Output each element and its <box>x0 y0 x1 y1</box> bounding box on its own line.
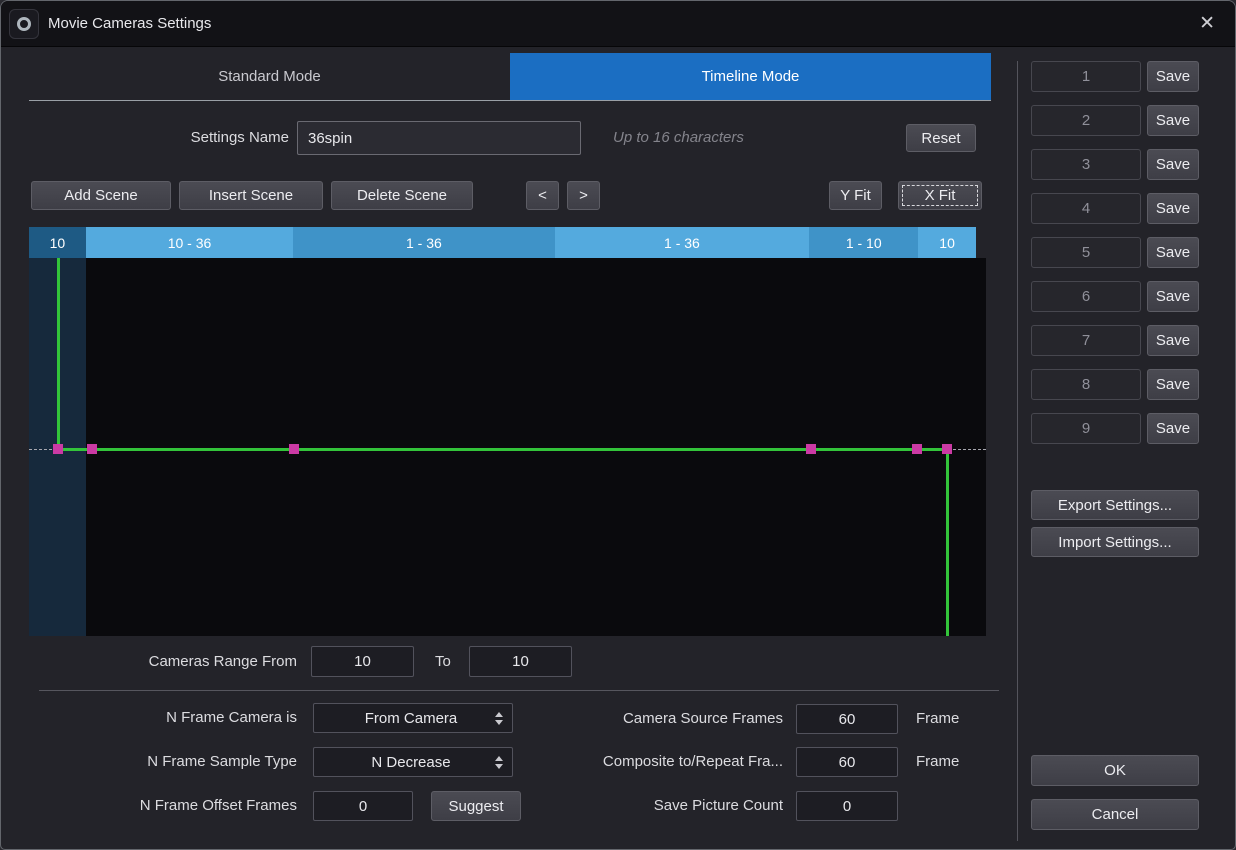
preset-row: 5 Save <box>1031 237 1199 268</box>
preset-row: 4 Save <box>1031 193 1199 224</box>
timeline-segment-6[interactable]: 10 <box>918 227 976 258</box>
timeline-graph[interactable] <box>29 258 986 636</box>
camera-source-frames-unit: Frame <box>916 704 959 734</box>
add-scene-button[interactable]: Add Scene <box>31 181 171 210</box>
preset-save-button-6[interactable]: Save <box>1147 281 1199 312</box>
preset-row: 7 Save <box>1031 325 1199 356</box>
export-settings-button[interactable]: Export Settings... <box>1031 490 1199 520</box>
ok-button[interactable]: OK <box>1031 755 1199 786</box>
composite-repeat-input[interactable] <box>796 747 898 777</box>
preset-save-button-7[interactable]: Save <box>1147 325 1199 356</box>
spinner-up-icon[interactable] <box>495 756 503 761</box>
close-icon[interactable]: ✕ <box>1193 10 1221 37</box>
settings-name-label: Settings Name <box>101 121 289 155</box>
cameras-range-from-input[interactable] <box>311 646 414 677</box>
spinner-up-icon[interactable] <box>495 712 503 717</box>
preset-slot-8[interactable]: 8 <box>1031 369 1141 400</box>
preset-save-button-5[interactable]: Save <box>1147 237 1199 268</box>
timeline-segment-4[interactable]: 1 - 36 <box>555 227 810 258</box>
n-frame-sample-type-select[interactable]: N Decrease <box>313 747 513 777</box>
camera-source-frames-input[interactable] <box>796 704 898 734</box>
keyframe-marker-1[interactable] <box>53 444 63 454</box>
preset-slot-7[interactable]: 7 <box>1031 325 1141 356</box>
reset-button[interactable]: Reset <box>906 124 976 152</box>
preset-row: 1 Save <box>1031 61 1199 92</box>
preset-save-button-9[interactable]: Save <box>1147 413 1199 444</box>
preset-row: 9 Save <box>1031 413 1199 444</box>
camera-line-right-vertical <box>946 449 949 636</box>
preset-slot-9[interactable]: 9 <box>1031 413 1141 444</box>
preset-row: 2 Save <box>1031 105 1199 136</box>
prev-scene-button[interactable]: < <box>526 181 559 210</box>
delete-scene-button[interactable]: Delete Scene <box>331 181 473 210</box>
preset-save-button-8[interactable]: Save <box>1147 369 1199 400</box>
preset-row: 6 Save <box>1031 281 1199 312</box>
timeline-segment-5[interactable]: 1 - 10 <box>809 227 918 258</box>
tab-standard-mode[interactable]: Standard Mode <box>29 53 510 100</box>
insert-scene-button[interactable]: Insert Scene <box>179 181 323 210</box>
io-buttons: Export Settings... Import Settings... <box>1031 490 1199 557</box>
preset-save-button-2[interactable]: Save <box>1147 105 1199 136</box>
y-fit-button[interactable]: Y Fit <box>829 181 882 210</box>
preset-slot-2[interactable]: 2 <box>1031 105 1141 136</box>
cameras-range-to-label: To <box>435 646 451 677</box>
preset-row: 3 Save <box>1031 149 1199 180</box>
suggest-button[interactable]: Suggest <box>431 791 521 821</box>
save-picture-count-label: Save Picture Count <box>521 791 783 821</box>
timeline-header: 1010 - 361 - 361 - 361 - 1010 <box>29 227 976 258</box>
next-scene-button[interactable]: > <box>567 181 600 210</box>
preset-slot-1[interactable]: 1 <box>1031 61 1141 92</box>
n-frame-sample-type-value: N Decrease <box>314 754 490 771</box>
mode-tabbar: Standard Mode Timeline Mode <box>29 53 991 101</box>
composite-repeat-label: Composite to/Repeat Fra... <box>521 747 783 777</box>
n-frame-camera-label: N Frame Camera is <box>57 703 297 733</box>
keyframe-marker-3[interactable] <box>289 444 299 454</box>
save-picture-count-input[interactable] <box>796 791 898 821</box>
titlebar: Movie Cameras Settings ✕ <box>1 1 1235 47</box>
n-frame-offset-label: N Frame Offset Frames <box>57 791 297 821</box>
n-frame-camera-select[interactable]: From Camera <box>313 703 513 733</box>
settings-name-input[interactable] <box>297 121 581 155</box>
keyframe-marker-5[interactable] <box>912 444 922 454</box>
timeline-segment-2[interactable]: 10 - 36 <box>86 227 293 258</box>
preset-row: 8 Save <box>1031 369 1199 400</box>
preset-slot-3[interactable]: 3 <box>1031 149 1141 180</box>
keyframe-marker-2[interactable] <box>87 444 97 454</box>
spinner-down-icon[interactable] <box>495 720 503 725</box>
preset-slot-6[interactable]: 6 <box>1031 281 1141 312</box>
camera-source-frames-label: Camera Source Frames <box>521 704 783 734</box>
tab-timeline-mode[interactable]: Timeline Mode <box>510 53 991 100</box>
camera-line-left-vertical <box>57 258 60 449</box>
n-frame-sample-type-label: N Frame Sample Type <box>57 747 297 777</box>
window-title: Movie Cameras Settings <box>48 15 211 32</box>
timeline-segment-1[interactable]: 10 <box>29 227 86 258</box>
preset-slot-4[interactable]: 4 <box>1031 193 1141 224</box>
import-settings-button[interactable]: Import Settings... <box>1031 527 1199 557</box>
n-frame-offset-input[interactable] <box>313 791 413 821</box>
x-fit-button[interactable]: X Fit <box>898 181 982 210</box>
keyframe-marker-6[interactable] <box>942 444 952 454</box>
composite-repeat-unit: Frame <box>916 747 959 777</box>
preset-slot-5[interactable]: 5 <box>1031 237 1141 268</box>
settings-name-hint: Up to 16 characters <box>613 121 744 155</box>
timeline-segment-3[interactable]: 1 - 36 <box>293 227 554 258</box>
cameras-range-to-input[interactable] <box>469 646 572 677</box>
cameras-range-label: Cameras Range From <box>81 646 297 677</box>
vertical-divider <box>1017 61 1018 841</box>
spinner-icon[interactable] <box>490 712 512 725</box>
lens-ring-icon <box>17 17 31 31</box>
preset-save-button-1[interactable]: Save <box>1147 61 1199 92</box>
preset-save-button-4[interactable]: Save <box>1147 193 1199 224</box>
spinner-icon[interactable] <box>490 756 512 769</box>
movie-cameras-settings-dialog: Movie Cameras Settings ✕ Standard Mode T… <box>0 0 1236 850</box>
app-icon <box>9 9 39 39</box>
preset-list: 1 Save 2 Save 3 Save 4 Save 5 Save 6 Sav… <box>1031 61 1199 444</box>
spinner-down-icon[interactable] <box>495 764 503 769</box>
horizontal-divider <box>39 690 999 691</box>
keyframe-marker-4[interactable] <box>806 444 816 454</box>
preset-save-button-3[interactable]: Save <box>1147 149 1199 180</box>
n-frame-camera-value: From Camera <box>314 710 490 727</box>
cancel-button[interactable]: Cancel <box>1031 799 1199 830</box>
